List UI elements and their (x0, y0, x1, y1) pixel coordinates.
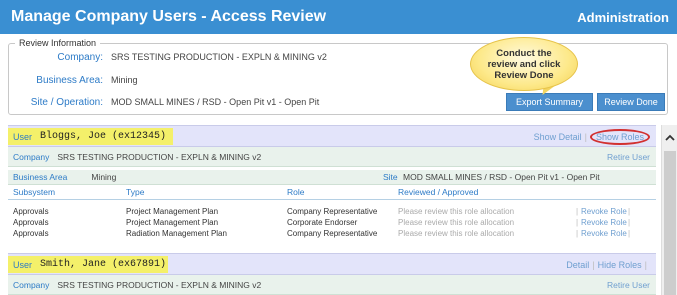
link-separator: | (644, 260, 647, 270)
callout-line-2: review and click (487, 58, 561, 70)
company-row-value: SRS TESTING PRODUCTION - EXPLN & MINING … (57, 151, 262, 162)
row-type: Radiation Management Plan (126, 229, 227, 238)
company-row-value: SRS TESTING PRODUCTION - EXPLN & MINING … (57, 279, 262, 290)
column-header-type: Type (126, 187, 145, 197)
row-role: Company Representative (287, 229, 378, 238)
row-status: Please review this role allocation (398, 218, 515, 227)
revoke-role-link[interactable]: Revoke Role (581, 229, 627, 238)
company-row-label: Company (13, 279, 50, 290)
table-row: Approvals Radiation Management Plan Comp… (8, 229, 656, 239)
table-row: Approvals Project Management Plan Corpor… (8, 218, 656, 228)
company-label: Company: (57, 51, 103, 63)
company-row: Company SRS TESTING PRODUCTION - EXPLN &… (8, 147, 656, 167)
user-actions: Detail | Hide Roles | (566, 254, 650, 276)
user-name: Bloggs, Joe (ex12345) (40, 131, 167, 142)
business-area-info-row: Business Area: Mining (9, 73, 138, 87)
site-row-label: Site (383, 172, 398, 182)
page-title: Manage Company Users - Access Review (11, 8, 327, 25)
row-subsystem: Approvals (13, 229, 49, 238)
site-label: Site / Operation: (30, 96, 103, 108)
user-row: User Bloggs, Joe (ex12345) Show Detail |… (8, 125, 656, 147)
detail-link[interactable]: Detail (566, 260, 589, 270)
site-info-row: Site / Operation: MOD SMALL MINES / RSD … (9, 95, 320, 109)
user-row: User Smith, Jane (ex67891) Detail | Hide… (8, 253, 656, 275)
user-label: User (13, 259, 33, 270)
link-separator: | (628, 218, 631, 227)
column-header-role: Role (287, 187, 305, 197)
link-separator: | (584, 132, 587, 142)
link-separator: | (628, 229, 631, 238)
link-separator: | (576, 207, 579, 216)
retire-user-link[interactable]: Retire User (607, 280, 650, 290)
site-value: MOD SMALL MINES / RSD - Open Pit v1 - Op… (111, 97, 320, 107)
export-summary-button[interactable]: Export Summary (506, 93, 593, 111)
user-highlight: User Bloggs, Joe (ex12345) (8, 128, 173, 145)
company-row: Company SRS TESTING PRODUCTION - EXPLN &… (8, 275, 656, 295)
column-header-subsystem: Subsystem (13, 187, 56, 197)
vertical-scrollbar[interactable] (661, 125, 677, 295)
business-area-value: Mining (111, 75, 138, 85)
link-separator: | (628, 207, 631, 216)
user-highlight: User Smith, Jane (ex67891) (8, 256, 168, 273)
company-info-row: Company: SRS TESTING PRODUCTION - EXPLN … (9, 50, 327, 64)
business-area-row: Business Area Mining Site MOD SMALL MINE… (8, 170, 656, 185)
scrollbar-thumb[interactable] (664, 151, 676, 295)
link-separator: | (576, 218, 579, 227)
link-separator: | (576, 229, 579, 238)
review-information-legend: Review Information (15, 38, 101, 48)
instruction-callout: Conduct the review and click Review Done (470, 37, 578, 91)
row-subsystem: Approvals (13, 218, 49, 227)
show-roles-link[interactable]: Show Roles (589, 129, 650, 145)
row-type: Project Management Plan (126, 218, 219, 227)
administration-link[interactable]: Administration (577, 10, 669, 25)
table-row: Approvals Project Management Plan Compan… (8, 207, 656, 217)
user-name: Smith, Jane (ex67891) (40, 259, 167, 270)
review-done-button[interactable]: Review Done (597, 93, 665, 111)
users-panel: User Bloggs, Joe (ex12345) Show Detail |… (8, 125, 656, 295)
user-label: User (13, 131, 33, 142)
callout-line-1: Conduct the (496, 47, 552, 59)
row-status: Please review this role allocation (398, 229, 515, 238)
column-header-reviewed: Reviewed / Approved (398, 187, 479, 197)
row-type: Project Management Plan (126, 207, 219, 216)
company-row-label: Company (13, 151, 50, 162)
row-subsystem: Approvals (13, 207, 49, 216)
business-area-row-value: Mining (91, 172, 117, 182)
hide-roles-link[interactable]: Hide Roles (598, 260, 642, 270)
user-actions: Show Detail | Show Roles (534, 126, 650, 148)
row-status: Please review this role allocation (398, 207, 515, 216)
roles-table-header: Subsystem Type Role Reviewed / Approved (8, 187, 656, 200)
row-role: Company Representative (287, 207, 378, 216)
callout-line-3: Review Done (494, 69, 554, 81)
revoke-role-link[interactable]: Revoke Role (581, 218, 627, 227)
show-detail-link[interactable]: Show Detail (534, 132, 582, 142)
page-header: Manage Company Users - Access Review Adm… (0, 0, 677, 34)
retire-user-link[interactable]: Retire User (607, 152, 650, 162)
business-area-label: Business Area: (36, 74, 103, 86)
chevron-up-icon[interactable] (665, 133, 675, 143)
row-role: Corporate Endorser (287, 218, 358, 227)
revoke-role-link[interactable]: Revoke Role (581, 207, 627, 216)
link-separator: | (592, 260, 595, 270)
site-row-value: MOD SMALL MINES / RSD - Open Pit v1 - Op… (403, 172, 600, 182)
company-value: SRS TESTING PRODUCTION - EXPLN & MINING … (111, 52, 327, 62)
business-area-row-label: Business Area (13, 172, 68, 182)
